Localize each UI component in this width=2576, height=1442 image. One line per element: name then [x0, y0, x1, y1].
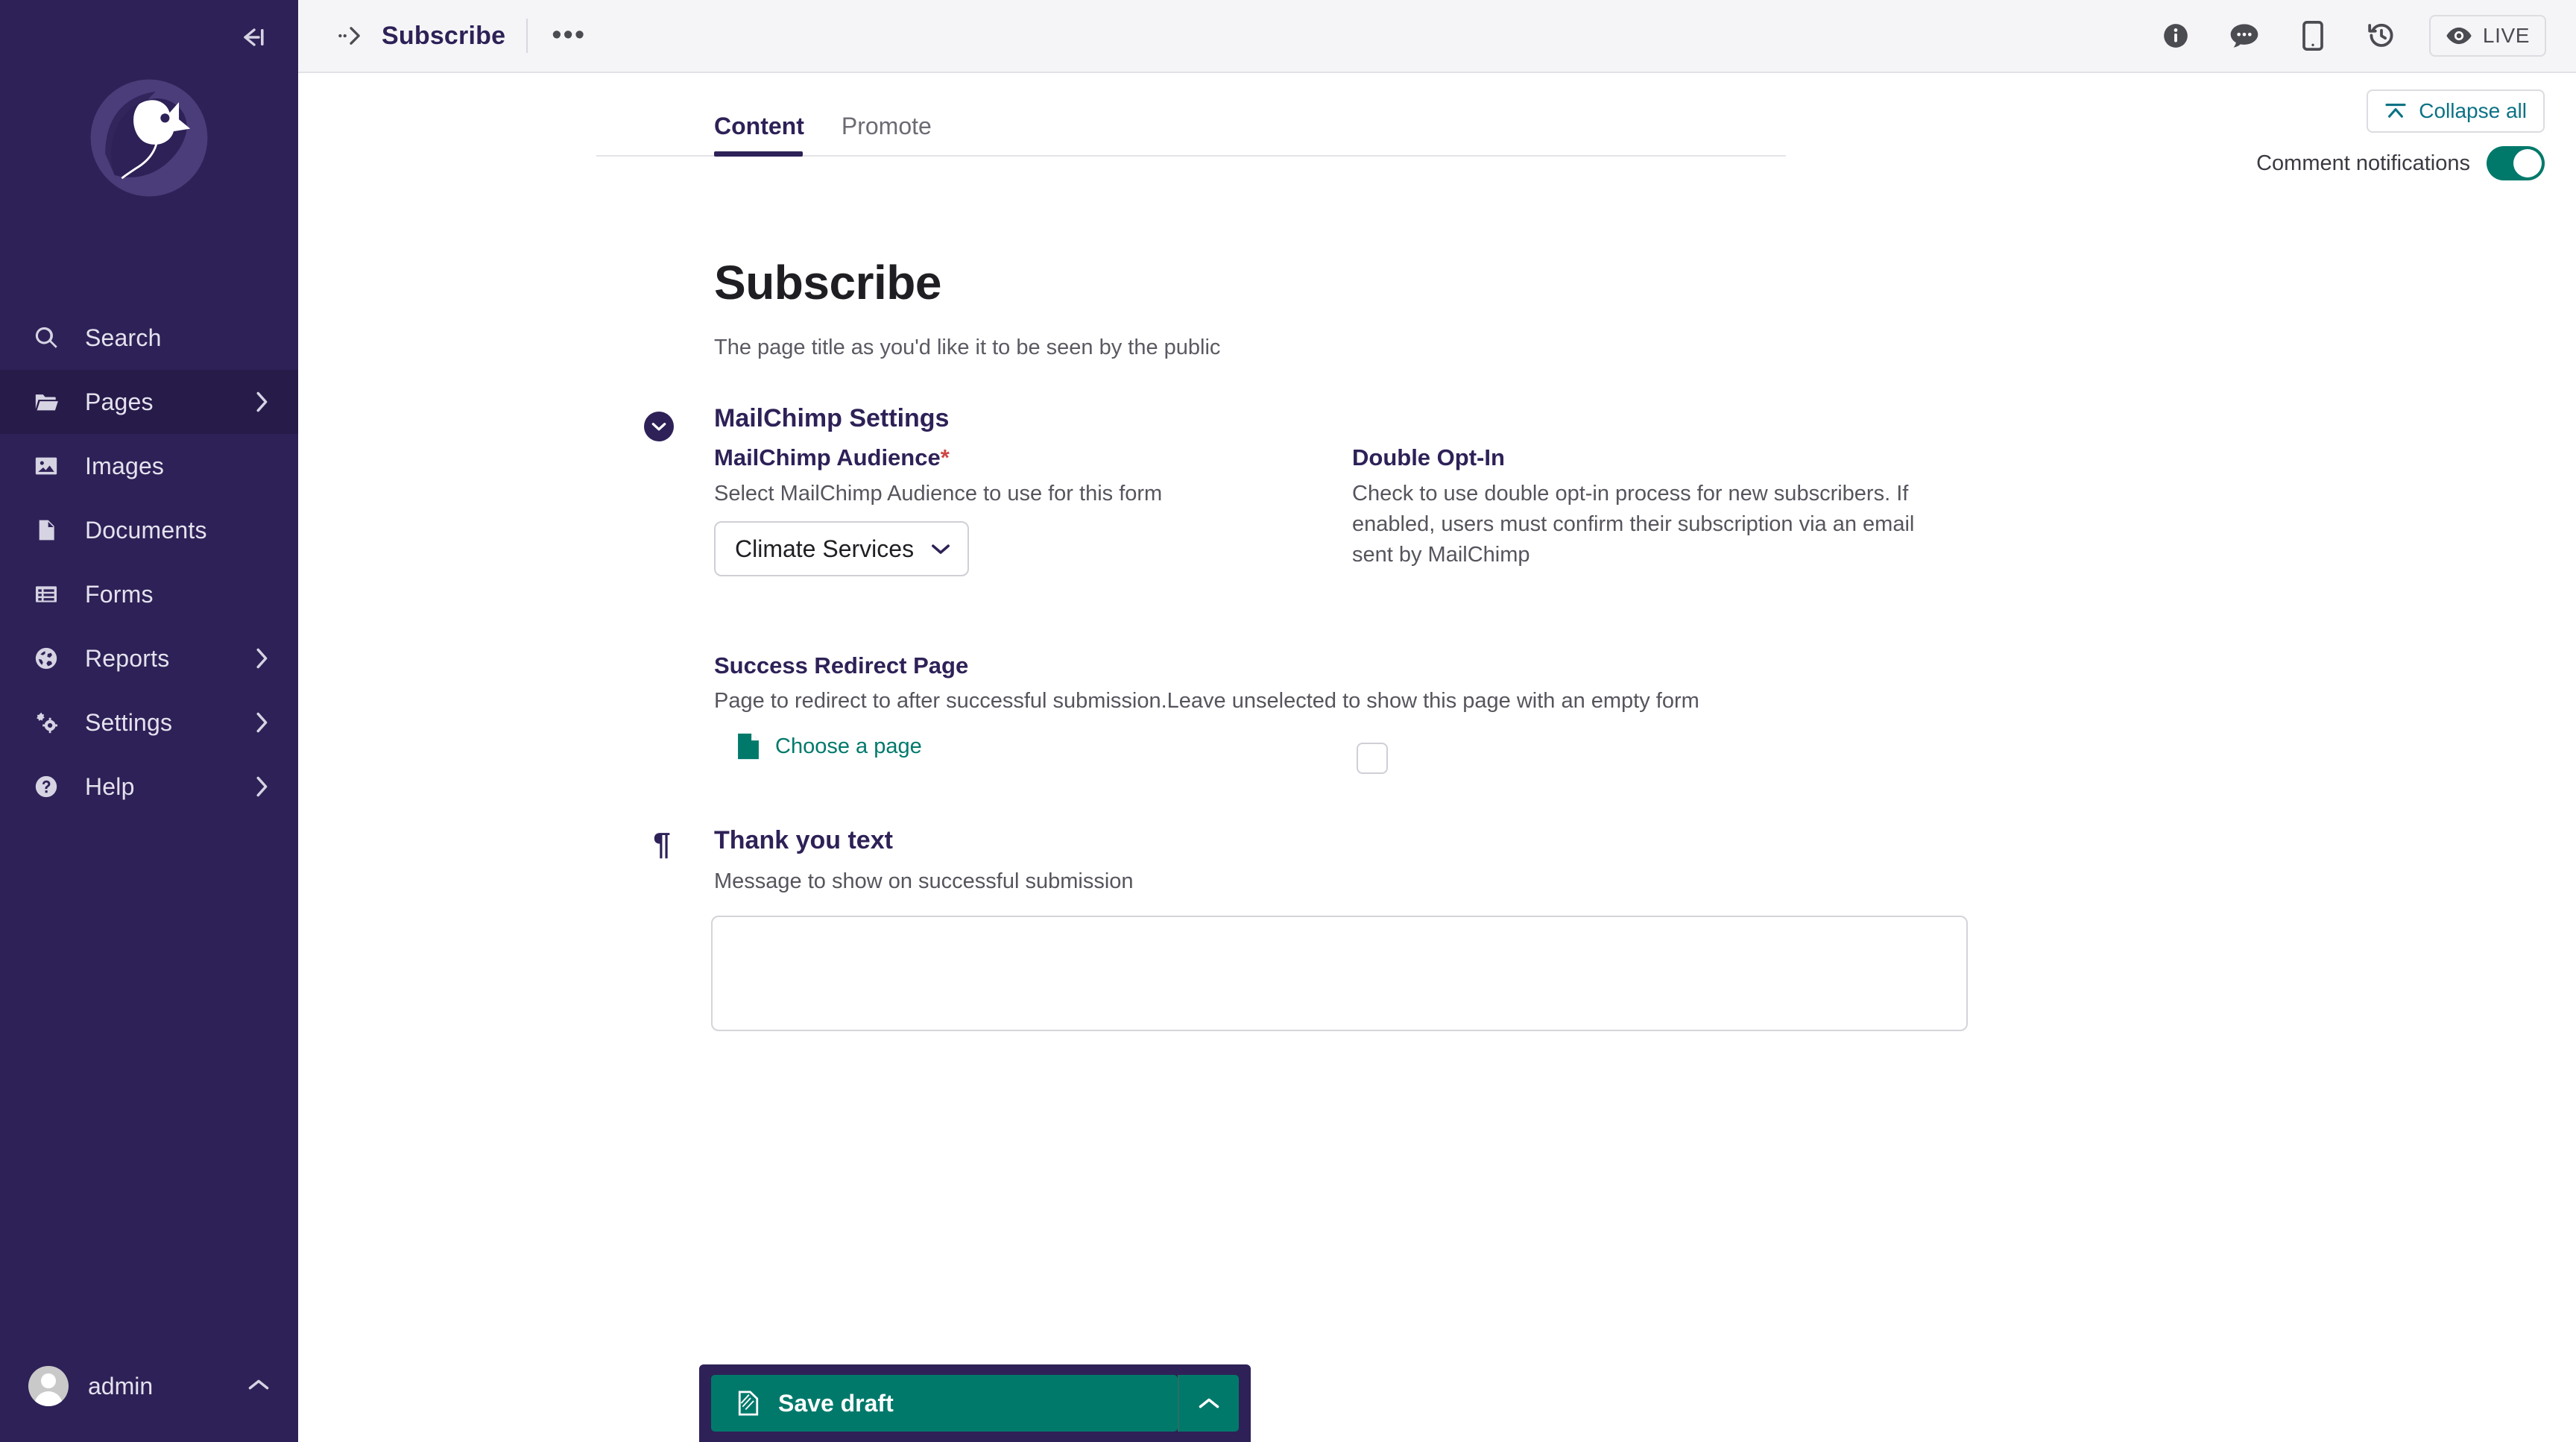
page-title-help: The page title as you'd like it to be se…: [714, 336, 1221, 359]
sidebar-item-search[interactable]: Search: [0, 306, 298, 370]
sidebar-item-forms[interactable]: Forms: [0, 562, 298, 626]
help-circle-icon: [30, 770, 63, 803]
sidebar-item-label: Pages: [85, 388, 154, 415]
folder-open-icon: [30, 385, 63, 418]
collapse-up-icon: [2384, 102, 2407, 120]
required-marker: *: [940, 444, 950, 470]
eye-icon: [2446, 26, 2472, 45]
toggle-knob: [2513, 149, 2542, 177]
sidebar-item-label: Settings: [85, 708, 173, 736]
cogs-icon: [30, 706, 63, 739]
avatar: [28, 1366, 69, 1406]
chevron-right-icon: [255, 711, 270, 734]
sidebar: Search Pages Images Documents Forms Repo…: [0, 0, 298, 1442]
comment-notifications: Comment notifications: [2256, 146, 2545, 180]
tab-promote[interactable]: Promote: [842, 113, 950, 157]
comments-icon[interactable]: [2223, 15, 2265, 57]
sidebar-item-label: Search: [85, 324, 162, 351]
top-bar: Subscribe ••• LIVE: [298, 0, 2576, 73]
globe-icon: [30, 642, 63, 675]
history-icon[interactable]: [2361, 15, 2402, 57]
chevron-right-icon: [255, 775, 270, 798]
tabs: Content Promote: [714, 113, 969, 157]
double-optin-checkbox[interactable]: [1357, 743, 1388, 774]
account-name: admin: [88, 1372, 154, 1400]
mailchimp-settings-title: MailChimp Settings: [714, 404, 950, 432]
thank-you-text-help: Message to show on successful submission: [714, 869, 1134, 893]
double-optin-label: Double Opt-In: [1352, 444, 1505, 470]
chevron-right-icon: [255, 647, 270, 670]
chevron-right-icon: [255, 391, 270, 413]
breadcrumb-expand-icon[interactable]: [331, 16, 371, 56]
chevron-up-icon: [1198, 1396, 1220, 1411]
sidebar-item-help[interactable]: Help: [0, 755, 298, 819]
comment-notifications-toggle[interactable]: [2487, 146, 2545, 180]
draft-document-icon: [738, 1391, 759, 1416]
choose-page-label: Choose a page: [775, 734, 922, 758]
wagtail-admin-page: Search Pages Images Documents Forms Repo…: [0, 0, 2576, 1442]
sidebar-item-settings[interactable]: Settings: [0, 690, 298, 755]
more-actions-button[interactable]: •••: [549, 16, 589, 56]
sidebar-item-reports[interactable]: Reports: [0, 626, 298, 690]
sidebar-nav: Search Pages Images Documents Forms Repo…: [0, 306, 298, 819]
chevron-up-icon: [247, 1377, 270, 1396]
sidebar-item-label: Documents: [85, 516, 207, 544]
collapse-all-label: Collapse all: [2419, 99, 2527, 122]
comment-notifications-label: Comment notifications: [2256, 151, 2470, 175]
sidebar-item-pages[interactable]: Pages: [0, 370, 298, 434]
breadcrumb: Subscribe: [382, 21, 506, 50]
document-icon: [736, 732, 760, 761]
success-redirect-help: Page to redirect to after successful sub…: [714, 689, 1699, 713]
search-icon: [30, 321, 63, 354]
info-icon[interactable]: [2155, 15, 2197, 57]
form-list-icon: [30, 578, 63, 611]
save-draft-label: Save draft: [778, 1389, 894, 1417]
sidebar-item-images[interactable]: Images: [0, 434, 298, 498]
save-draft-button[interactable]: Save draft: [711, 1375, 1178, 1432]
mobile-preview-icon[interactable]: [2292, 15, 2334, 57]
tab-bar: Content Promote: [298, 73, 2576, 157]
mailchimp-audience-help: Select MailChimp Audience to use for thi…: [714, 482, 1163, 506]
form-action-bar: Save draft: [699, 1364, 1251, 1442]
chevron-down-icon: [930, 542, 951, 555]
status-badge[interactable]: LIVE: [2428, 15, 2546, 57]
mailchimp-audience-value: Climate Services: [735, 535, 915, 562]
topbar-actions: LIVE: [2155, 15, 2546, 57]
collapse-sidebar-icon[interactable]: [233, 18, 271, 57]
wagtail-bird-logo[interactable]: [0, 72, 298, 204]
success-redirect-label: Success Redirect Page: [714, 652, 969, 679]
sidebar-item-label: Help: [85, 772, 135, 800]
pilcrow-icon: ¶: [653, 826, 671, 861]
chevron-down-circle-icon[interactable]: [643, 410, 675, 443]
save-options-button[interactable]: [1178, 1375, 1239, 1432]
tab-content[interactable]: Content: [714, 113, 822, 157]
mailchimp-audience-label-text: MailChimp Audience: [714, 444, 941, 470]
double-optin-help: Check to use double opt-in process for n…: [1352, 482, 1915, 567]
sidebar-item-documents[interactable]: Documents: [0, 498, 298, 562]
mailchimp-audience-label: MailChimp Audience*: [714, 444, 950, 471]
sidebar-item-label: Forms: [85, 580, 154, 608]
thank-you-text-title: Thank you text: [714, 826, 893, 854]
status-label: LIVE: [2482, 24, 2530, 47]
mailchimp-audience-select[interactable]: Climate Services: [714, 521, 970, 576]
thank-you-text-input[interactable]: [711, 916, 1968, 1031]
main-area: Subscribe ••• LIVE Content Promote Colla…: [298, 0, 2576, 1442]
page-title: Subscribe: [714, 256, 941, 309]
divider: [526, 19, 528, 53]
collapse-all-button[interactable]: Collapse all: [2367, 89, 2545, 133]
account-menu[interactable]: admin: [0, 1330, 298, 1442]
sidebar-item-label: Reports: [85, 644, 170, 672]
choose-page-button[interactable]: Choose a page: [736, 732, 922, 761]
document-icon: [30, 514, 63, 547]
image-icon: [30, 450, 63, 482]
sidebar-item-label: Images: [85, 452, 165, 479]
